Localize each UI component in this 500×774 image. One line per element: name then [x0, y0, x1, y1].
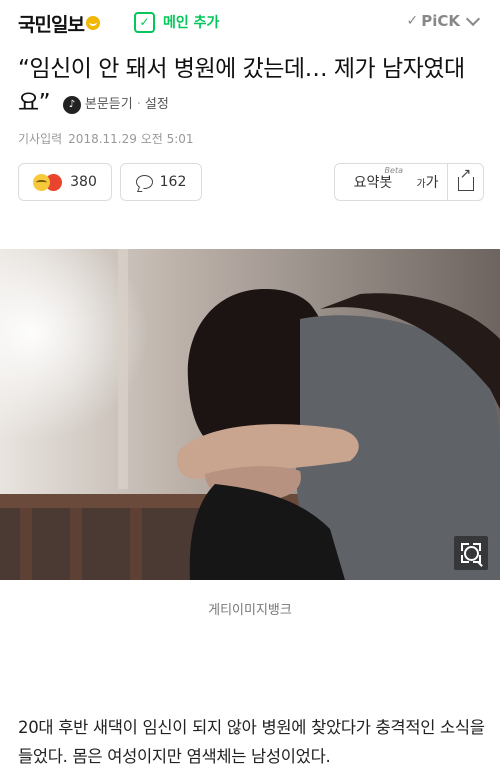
checkmark-icon: ✓	[406, 13, 419, 29]
chevron-down-icon	[465, 11, 481, 26]
press-logo-text: 국민일보	[18, 14, 85, 36]
comments-button[interactable]: 162	[120, 163, 202, 201]
magnifier-icon	[463, 545, 479, 561]
audio-listen-link[interactable]: 본문듣기	[85, 88, 133, 122]
reaction-toolbar: 380 162 요약봇 Beta 가가	[18, 163, 484, 203]
summary-bot-button[interactable]: 요약봇 Beta	[334, 163, 412, 201]
article-body: 20대 후반 새댁이 임신이 되지 않아 병원에 찾았다가 충격적인 소식을 들…	[18, 718, 485, 766]
reaction-button[interactable]: 380	[18, 163, 112, 201]
pick-label: PiCK	[421, 12, 460, 30]
main-add-button[interactable]: ✓ 메인 추가	[134, 10, 219, 34]
audio-play-icon[interactable]: ♪	[62, 96, 81, 114]
font-size-button[interactable]: 가가	[408, 163, 448, 201]
press-logo[interactable]: 국민일보	[18, 10, 100, 37]
check-icon: ✓	[134, 11, 155, 33]
comment-count: 162	[159, 174, 187, 190]
article-photo[interactable]	[0, 249, 500, 580]
pick-button[interactable]: ✓ PiCK	[406, 11, 481, 30]
reaction-count: 380	[70, 174, 97, 190]
photo-illustration	[0, 249, 500, 580]
date-value: 2018.11.29 오전 5:01	[68, 132, 194, 146]
press-emblem-icon	[85, 16, 100, 30]
photo-zoom-button[interactable]	[454, 536, 488, 570]
comment-bubble-icon	[135, 175, 153, 189]
photo-caption: 게티이미지뱅크	[208, 603, 292, 618]
publish-date: 기사입력 2018.11.29 오전 5:01	[18, 130, 200, 147]
sad-emoji-icon	[33, 173, 51, 191]
font-small-glyph: 가	[416, 178, 426, 190]
audio-settings-link[interactable]: 설정	[145, 88, 169, 122]
top-bar: 국민일보 ✓ 메인 추가 ✓ PiCK	[0, 0, 500, 44]
font-large-glyph: 가	[425, 175, 439, 191]
summary-bot-label: 요약봇	[353, 175, 393, 191]
beta-badge: Beta	[384, 166, 403, 175]
main-add-label: 메인 추가	[163, 15, 220, 31]
date-prefix: 기사입력	[18, 132, 63, 146]
audio-controls: ♪ 본문듣기 · 설정	[62, 88, 169, 122]
article-title: “임신이 안 돼서 병원에 갔는데… 제가 남자였대요” ♪ 본문듣기 · 설정	[18, 52, 483, 122]
separator-dot: ·	[136, 97, 141, 112]
share-button[interactable]	[448, 163, 484, 201]
share-icon	[457, 166, 474, 191]
